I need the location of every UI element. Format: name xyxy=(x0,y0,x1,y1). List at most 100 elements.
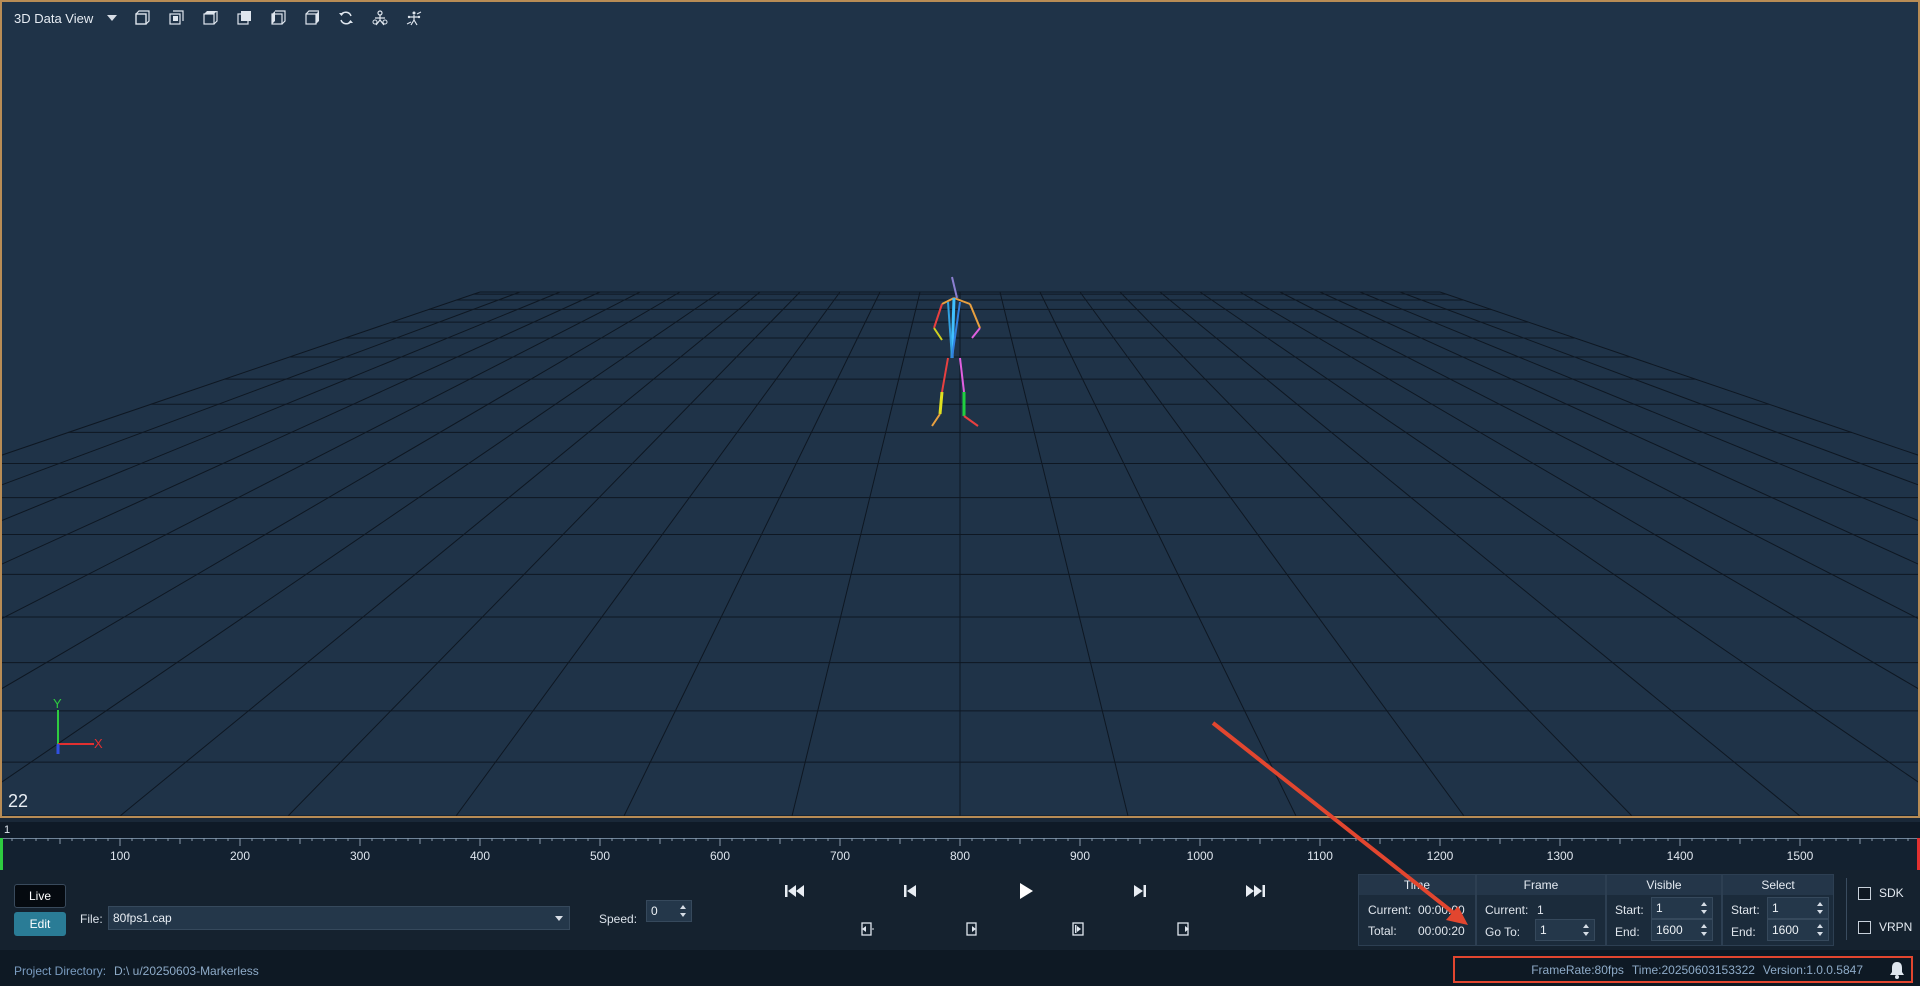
frame-panel: Frame Current: 1 Go To: 1 xyxy=(1476,874,1606,946)
select-panel-title: Select xyxy=(1723,875,1833,895)
view-top-icon[interactable] xyxy=(195,7,225,29)
playhead-start-marker xyxy=(0,838,3,870)
grid-line xyxy=(287,291,801,816)
visible-start-spinbox[interactable]: 1 xyxy=(1651,897,1713,919)
edit-button[interactable]: Edit xyxy=(14,912,66,936)
3d-viewport[interactable]: YX 3D Data View 22 xyxy=(0,0,1920,818)
speed-value: 0 xyxy=(651,904,658,918)
timeline-tick-label: 1200 xyxy=(1427,849,1454,863)
timeline-tick-label: 200 xyxy=(230,849,250,863)
spin-arrows-icon[interactable] xyxy=(1817,921,1825,939)
timeline[interactable]: 1 100 200 300 400 500 600 700 800 900 1000 1100 120… xyxy=(0,822,1920,870)
time-total-label: Total: xyxy=(1368,924,1397,938)
grid-line xyxy=(2,291,681,690)
grid-line xyxy=(1039,291,1297,816)
grid-line xyxy=(2,291,481,456)
set-in-point-icon[interactable] xyxy=(1066,918,1090,940)
timeline-tick-label: 600 xyxy=(710,849,730,863)
grid-line xyxy=(1119,291,1633,816)
framerate-text: FrameRate:80fps xyxy=(1531,962,1624,977)
select-start-label: Start: xyxy=(1731,903,1760,917)
skeleton-icon[interactable] xyxy=(365,7,395,29)
timeline-tick-label: 100 xyxy=(110,849,130,863)
view-back-icon[interactable] xyxy=(229,7,259,29)
visible-start-label: Start: xyxy=(1615,903,1644,917)
timeline-tick-label: 400 xyxy=(470,849,490,863)
timeline-tick-label: 1300 xyxy=(1547,849,1574,863)
grid-line xyxy=(1359,291,1918,521)
speed-spinbox[interactable]: 0 xyxy=(646,900,692,922)
grid-line xyxy=(1319,291,1918,565)
spin-arrows-icon[interactable] xyxy=(1701,921,1709,939)
vrpn-checkbox[interactable] xyxy=(1858,920,1871,934)
view-left-icon[interactable] xyxy=(263,7,293,29)
viewport-toolbar: 3D Data View xyxy=(8,6,429,30)
skeleton-figure[interactable] xyxy=(931,276,981,427)
frame-goto-value: 1 xyxy=(1540,923,1547,937)
frame-counter: 22 xyxy=(8,791,29,811)
timeline-tick-label: 1100 xyxy=(1307,849,1333,863)
timeline-tick-label: 700 xyxy=(830,849,850,863)
file-select[interactable]: 80fps1.cap xyxy=(108,906,570,930)
vrpn-checkbox-row[interactable]: VRPN xyxy=(1858,920,1912,934)
grid-line xyxy=(2,291,561,521)
jump-to-start-marker-icon[interactable] xyxy=(854,918,878,940)
sdk-checkbox-row[interactable]: SDK xyxy=(1858,886,1904,900)
grid-line xyxy=(1199,291,1918,783)
skeleton-bone xyxy=(938,391,944,415)
spin-arrows-icon[interactable] xyxy=(1817,899,1825,917)
view-right-icon[interactable] xyxy=(297,7,327,29)
grid-line xyxy=(2,291,721,783)
set-out-point-icon[interactable] xyxy=(1172,918,1196,940)
timeline-tick-label: 1500 xyxy=(1787,849,1814,863)
vrpn-label: VRPN xyxy=(1879,920,1913,934)
skeleton-bone xyxy=(953,297,971,305)
select-end-label: End: xyxy=(1731,925,1756,939)
grid-line xyxy=(623,291,881,816)
skeleton-bone xyxy=(933,303,943,329)
frame-goto-spinbox[interactable]: 1 xyxy=(1535,919,1595,941)
rotate-icon[interactable] xyxy=(331,7,361,29)
spin-arrows-icon[interactable] xyxy=(1701,899,1709,917)
file-label: File: xyxy=(80,912,103,926)
last-frame-button[interactable] xyxy=(1240,878,1270,904)
grid-line xyxy=(2,291,601,565)
play-button[interactable] xyxy=(1010,878,1040,904)
sdk-checkbox[interactable] xyxy=(1858,886,1871,900)
skeleton-bone xyxy=(959,357,965,393)
3d-scene[interactable]: YX xyxy=(2,2,1918,816)
previous-frame-button[interactable] xyxy=(895,878,925,904)
jump-to-end-marker-icon[interactable] xyxy=(960,918,984,940)
visible-start-value: 1 xyxy=(1656,901,1663,915)
bell-icon[interactable] xyxy=(1887,960,1907,980)
skeleton-bone xyxy=(947,301,953,359)
status-info-highlight: FrameRate:80fps Time:20250603153322 Vers… xyxy=(1453,956,1913,983)
time-current-value: 00:00:00 xyxy=(1418,903,1465,917)
markers-icon[interactable] xyxy=(399,7,429,29)
visible-end-spinbox[interactable]: 1600 xyxy=(1651,919,1713,941)
spin-arrows-icon[interactable] xyxy=(680,902,688,920)
timeline-ruler[interactable]: 100 200 300 400 500 600 700 800 900 1000 1100 1200 1… xyxy=(0,838,1920,870)
grid-line xyxy=(2,291,521,486)
frame-current-value: 1 xyxy=(1537,903,1544,917)
project-directory-label: Project Directory: xyxy=(14,964,107,978)
axis-x-label: X xyxy=(94,736,103,751)
visible-panel: Visible Start: 1 End: 1600 xyxy=(1606,874,1722,946)
speed-label: Speed: xyxy=(599,912,638,926)
grid-line xyxy=(791,291,921,816)
next-frame-button[interactable] xyxy=(1125,878,1155,904)
first-frame-button[interactable] xyxy=(780,878,810,904)
view-side-icon[interactable] xyxy=(161,7,191,29)
time-total-value: 00:00:20 xyxy=(1418,924,1465,938)
sdk-label: SDK xyxy=(1879,886,1904,900)
timeline-start-label: 1 xyxy=(4,824,11,836)
version-text: Version:1.0.0.5847 xyxy=(1762,962,1863,977)
view-front-icon[interactable] xyxy=(127,7,157,29)
select-start-spinbox[interactable]: 1 xyxy=(1767,897,1829,919)
visible-end-label: End: xyxy=(1615,925,1640,939)
view-selector[interactable]: 3D Data View xyxy=(8,11,123,26)
live-button[interactable]: Live xyxy=(14,884,66,908)
grid-line xyxy=(119,291,761,816)
spin-arrows-icon[interactable] xyxy=(1583,921,1591,939)
select-end-spinbox[interactable]: 1600 xyxy=(1767,919,1829,941)
